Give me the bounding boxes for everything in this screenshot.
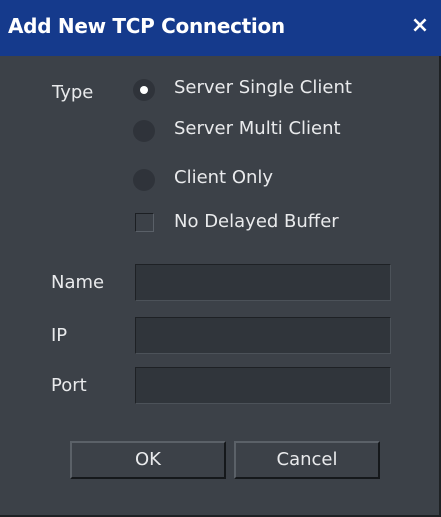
port-label: Port xyxy=(51,375,87,396)
name-label: Name xyxy=(51,272,105,293)
radio-button[interactable] xyxy=(133,120,155,142)
cancel-button[interactable]: Cancel xyxy=(234,441,380,479)
ok-button[interactable]: OK xyxy=(70,441,226,479)
radio-label: Server Single Client xyxy=(174,77,352,98)
dialog-title: Add New TCP Connection xyxy=(8,14,285,38)
radio-button[interactable] xyxy=(133,79,155,101)
radio-server-multi-client[interactable]: Server Multi Client xyxy=(133,117,393,145)
add-tcp-connection-dialog: Add New TCP Connection × Type Server Sin… xyxy=(0,0,441,517)
close-icon[interactable]: × xyxy=(408,12,432,40)
ip-field[interactable] xyxy=(135,317,391,354)
radio-label: Server Multi Client xyxy=(174,118,341,139)
no-delayed-buffer-checkbox[interactable] xyxy=(135,213,154,232)
no-delayed-buffer-option[interactable]: No Delayed Buffer xyxy=(133,210,393,238)
radio-client-only[interactable]: Client Only xyxy=(133,166,393,194)
type-label: Type xyxy=(52,82,94,103)
checkbox-label: No Delayed Buffer xyxy=(174,211,339,232)
radio-server-single-client[interactable]: Server Single Client xyxy=(133,76,393,104)
port-field[interactable] xyxy=(135,367,391,404)
ip-label: IP xyxy=(51,325,68,346)
title-bar[interactable]: Add New TCP Connection × xyxy=(0,0,441,56)
radio-button[interactable] xyxy=(133,169,155,191)
name-field[interactable] xyxy=(135,264,391,301)
radio-label: Client Only xyxy=(174,167,274,188)
